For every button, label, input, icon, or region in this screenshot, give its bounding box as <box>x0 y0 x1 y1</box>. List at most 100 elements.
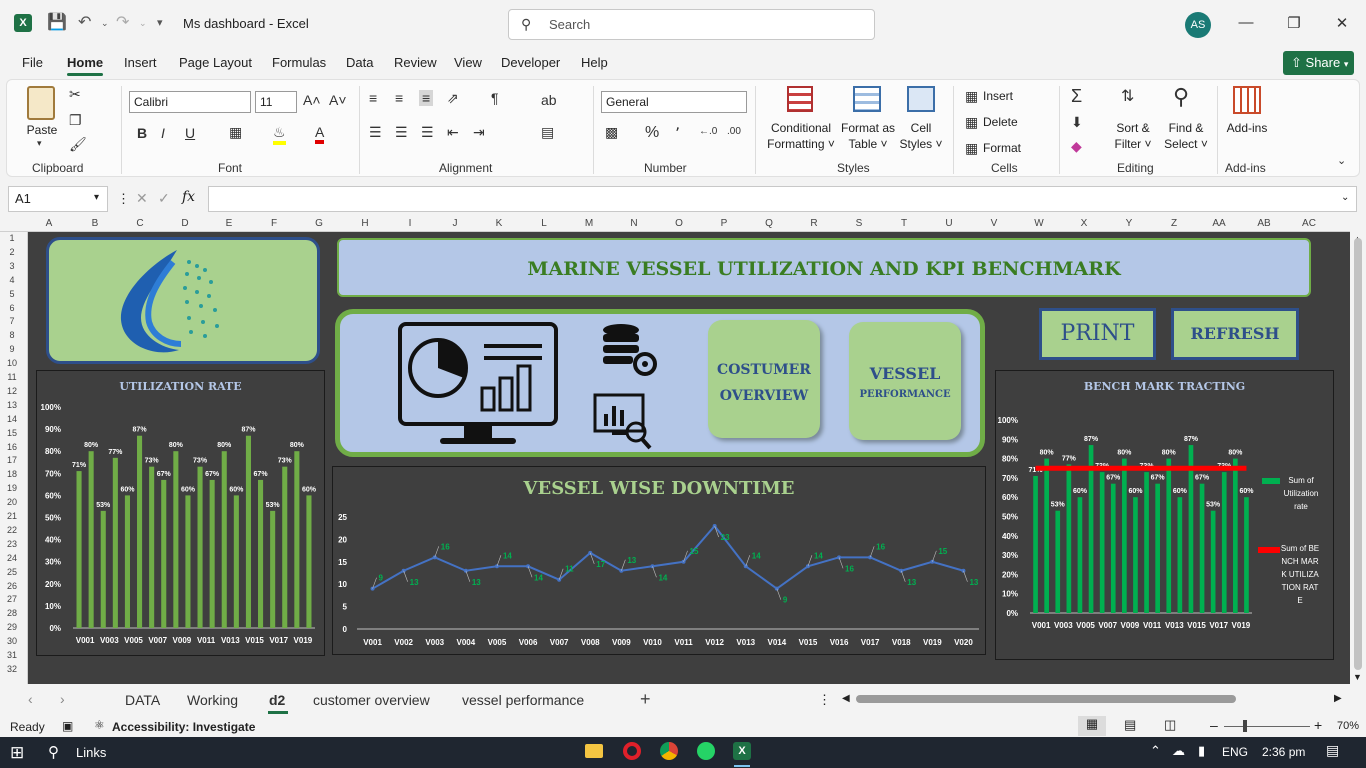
page-layout-view-icon[interactable]: ▤ <box>1124 717 1136 733</box>
formula-input[interactable] <box>208 186 1357 212</box>
paste-dropdown-icon[interactable]: ▾ <box>37 138 42 149</box>
zoom-in-icon[interactable]: + <box>1314 717 1322 733</box>
file-explorer-icon[interactable] <box>585 744 603 758</box>
format-cells-icon[interactable]: ▦ <box>965 140 978 157</box>
column-header-F[interactable]: F <box>264 218 284 229</box>
normal-view-icon[interactable]: ▦ <box>1078 716 1106 736</box>
row-header-22[interactable]: 22 <box>0 525 24 535</box>
percent-icon[interactable]: % <box>645 124 659 142</box>
zoom-slider-track[interactable] <box>1224 726 1310 727</box>
column-header-A[interactable]: A <box>39 218 59 229</box>
delete-cells-button[interactable]: Delete <box>983 114 1018 130</box>
format-painter-icon[interactable]: 🖌 <box>69 136 87 153</box>
menu-file[interactable]: File <box>22 55 43 70</box>
row-header-13[interactable]: 13 <box>0 400 24 410</box>
cell-styles-icon[interactable] <box>907 86 935 112</box>
row-header-32[interactable]: 32 <box>0 664 24 674</box>
font-color-icon[interactable]: A <box>315 124 325 144</box>
row-header-24[interactable]: 24 <box>0 553 24 563</box>
clear-icon[interactable]: ◆ <box>1071 138 1082 155</box>
row-header-19[interactable]: 19 <box>0 483 24 493</box>
decrease-decimal-icon[interactable]: .00 <box>727 126 741 137</box>
confirm-entry-icon[interactable]: ✓ <box>158 190 170 207</box>
row-header-6[interactable]: 6 <box>0 303 24 313</box>
expand-formula-bar-icon[interactable]: ⌄ <box>1341 192 1349 203</box>
language-indicator[interactable]: ENG <box>1222 745 1248 759</box>
column-header-O[interactable]: O <box>669 218 689 229</box>
column-header-K[interactable]: K <box>489 218 509 229</box>
avatar[interactable]: AS <box>1185 12 1211 38</box>
redo-icon[interactable]: ↷ <box>116 12 129 32</box>
menu-data[interactable]: Data <box>346 55 373 70</box>
battery-icon[interactable]: ▮ <box>1198 743 1205 759</box>
clock[interactable]: 2:36 pm <box>1262 745 1305 759</box>
shrink-font-icon[interactable]: A˅ <box>329 92 347 108</box>
row-header-1[interactable]: 1 <box>0 233 24 243</box>
cell-styles-button[interactable]: Cell Styles ˅ <box>897 120 945 152</box>
vertical-scrollbar[interactable]: ▲ ▼ <box>1350 232 1366 684</box>
next-sheet-icon[interactable]: › <box>60 691 65 707</box>
name-box[interactable]: A1 <box>8 186 108 212</box>
fill-color-icon[interactable]: ♨ <box>273 124 286 145</box>
italic-icon[interactable]: I <box>161 125 165 141</box>
delete-cells-icon[interactable]: ▦ <box>965 114 978 131</box>
cloud-icon[interactable]: ☁ <box>1172 743 1185 759</box>
row-header-30[interactable]: 30 <box>0 636 24 646</box>
orientation-icon[interactable]: ⇗ <box>447 90 459 107</box>
undo-icon[interactable]: ↶ <box>78 12 91 32</box>
column-header-L[interactable]: L <box>534 218 554 229</box>
close-icon[interactable]: ✕ <box>1327 14 1357 32</box>
row-header-12[interactable]: 12 <box>0 386 24 396</box>
copy-icon[interactable]: ❐ <box>69 112 82 129</box>
align-bottom-icon[interactable]: ≡ <box>419 90 434 106</box>
excel-taskbar-icon[interactable]: X <box>733 742 751 760</box>
column-header-Z[interactable]: Z <box>1164 218 1184 229</box>
align-center-icon[interactable]: ☰ <box>395 124 408 141</box>
tab-data[interactable]: DATA <box>125 692 160 708</box>
grow-font-icon[interactable]: A˄ <box>303 92 321 108</box>
more-sheets-icon[interactable]: ⋮ <box>818 692 831 708</box>
save-icon[interactable]: 💾 <box>47 12 67 32</box>
autosum-icon[interactable]: Σ <box>1071 86 1082 107</box>
taskbar-search-label[interactable]: Links <box>76 745 106 760</box>
whatsapp-icon[interactable] <box>697 742 715 760</box>
paste-icon[interactable] <box>27 86 55 120</box>
row-header-14[interactable]: 14 <box>0 414 24 424</box>
column-header-V[interactable]: V <box>984 218 1004 229</box>
worksheet[interactable]: MARINE VESSEL UTILIZATION AND KPI BENCHM… <box>28 232 1350 684</box>
column-header-M[interactable]: M <box>579 218 599 229</box>
underline-icon[interactable]: U <box>185 125 195 141</box>
column-header-N[interactable]: N <box>624 218 644 229</box>
name-box-dropdown-icon[interactable]: ▾ <box>94 192 99 203</box>
column-header-AB[interactable]: AB <box>1254 218 1274 229</box>
tab-working[interactable]: Working <box>187 692 238 708</box>
row-header-9[interactable]: 9 <box>0 344 24 354</box>
menu-review[interactable]: Review <box>394 55 437 70</box>
redo-dropdown-icon[interactable]: ⌄ <box>139 18 147 29</box>
addins-button[interactable]: Add-ins <box>1223 120 1271 136</box>
menu-formulas[interactable]: Formulas <box>272 55 326 70</box>
chrome-icon[interactable] <box>660 742 678 760</box>
row-header-27[interactable]: 27 <box>0 594 24 604</box>
accessibility-status[interactable]: Accessibility: Investigate <box>112 720 255 734</box>
font-size-select[interactable]: 11 <box>255 91 297 113</box>
menu-developer[interactable]: Developer <box>501 55 560 70</box>
accounting-format-icon[interactable]: ▩ <box>605 124 618 141</box>
hscroll-right-icon[interactable]: ▶ <box>1334 693 1342 704</box>
tray-chevron-icon[interactable]: ⌃ <box>1150 743 1161 759</box>
row-header-16[interactable]: 16 <box>0 442 24 452</box>
row-header-15[interactable]: 15 <box>0 428 24 438</box>
scroll-down-icon[interactable]: ▼ <box>1353 672 1362 682</box>
sort-filter-button[interactable]: Sort & Filter ˅ <box>1111 120 1155 152</box>
notification-icon[interactable]: ▤ <box>1326 742 1339 759</box>
more-options-icon[interactable]: ⋮ <box>117 191 130 207</box>
column-header-B[interactable]: B <box>85 218 105 229</box>
row-header-25[interactable]: 25 <box>0 567 24 577</box>
restore-icon[interactable]: ❐ <box>1279 14 1309 32</box>
column-header-D[interactable]: D <box>175 218 195 229</box>
column-header-T[interactable]: T <box>894 218 914 229</box>
decrease-indent-icon[interactable]: ⇤ <box>447 124 459 141</box>
row-header-18[interactable]: 18 <box>0 469 24 479</box>
column-header-I[interactable]: I <box>400 218 420 229</box>
zoom-out-icon[interactable]: – <box>1210 717 1218 733</box>
